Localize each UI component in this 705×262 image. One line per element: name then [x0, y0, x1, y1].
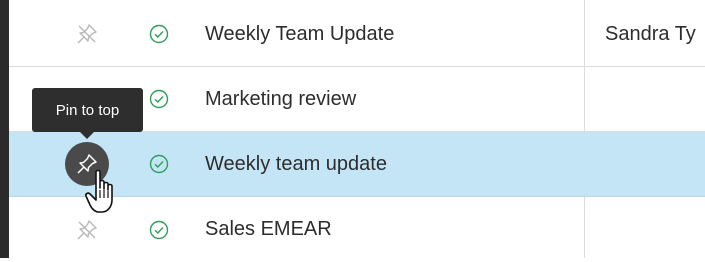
- left-panel-edge: [0, 0, 9, 258]
- tooltip-arrow: [80, 132, 94, 139]
- tooltip-text: Pin to top: [55, 101, 120, 119]
- meeting-title[interactable]: Sales EMEAR: [205, 197, 332, 262]
- hand-cursor-icon: [85, 169, 113, 213]
- meeting-title[interactable]: Marketing review: [205, 67, 356, 131]
- check-circle-icon: [147, 197, 171, 262]
- pin-to-top-tooltip: Pin to top: [32, 88, 143, 139]
- meeting-owner: Sandra Ty: [605, 22, 696, 45]
- meeting-title[interactable]: Weekly Team Update: [205, 2, 394, 66]
- check-circle-icon: [147, 2, 171, 66]
- meeting-title[interactable]: Weekly team update: [205, 132, 387, 196]
- meeting-owner: [605, 197, 705, 262]
- table-row[interactable]: Weekly Team Update Sandra Ty: [9, 2, 705, 67]
- check-circle-icon: [147, 132, 171, 196]
- unpin-icon[interactable]: [65, 2, 109, 66]
- meeting-owner: [605, 67, 705, 131]
- check-circle-icon: [147, 67, 171, 131]
- meeting-owner: [605, 132, 705, 196]
